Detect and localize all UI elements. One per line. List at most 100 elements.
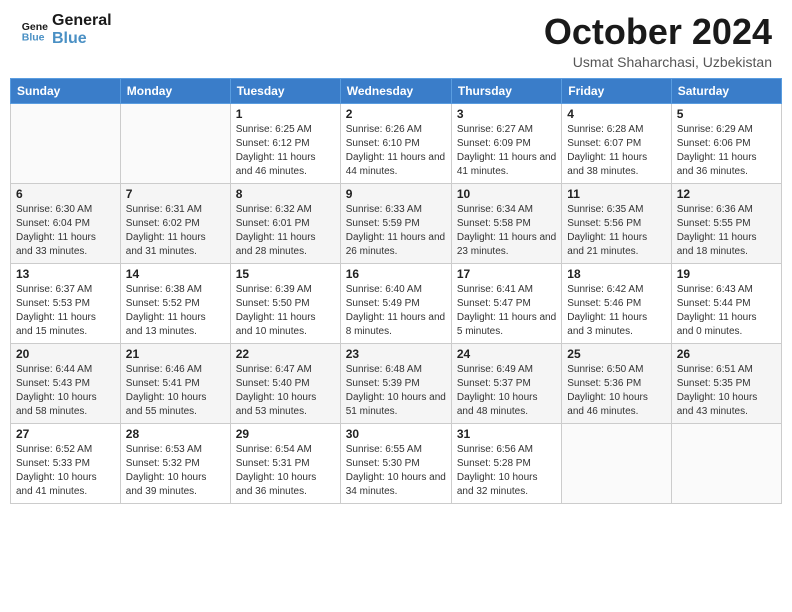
day-number: 11 [567, 187, 665, 201]
col-thursday: Thursday [451, 78, 561, 103]
day-info: Sunrise: 6:33 AMSunset: 5:59 PMDaylight:… [346, 204, 445, 257]
calendar-wrapper: Sunday Monday Tuesday Wednesday Thursday… [0, 78, 792, 514]
day-number: 12 [677, 187, 776, 201]
day-cell: 28 Sunrise: 6:53 AMSunset: 5:32 PMDaylig… [120, 423, 230, 503]
day-cell: 18 Sunrise: 6:42 AMSunset: 5:46 PMDaylig… [562, 263, 671, 343]
day-info: Sunrise: 6:31 AMSunset: 6:02 PMDaylight:… [126, 204, 206, 257]
day-number: 3 [457, 107, 556, 121]
day-cell: 15 Sunrise: 6:39 AMSunset: 5:50 PMDaylig… [230, 263, 340, 343]
title-section: October 2024 Usmat Shaharchasi, Uzbekist… [544, 12, 772, 70]
day-cell: 6 Sunrise: 6:30 AMSunset: 6:04 PMDayligh… [11, 183, 121, 263]
day-info: Sunrise: 6:48 AMSunset: 5:39 PMDaylight:… [346, 364, 446, 417]
day-number: 30 [346, 427, 446, 441]
day-number: 2 [346, 107, 446, 121]
day-info: Sunrise: 6:53 AMSunset: 5:32 PMDaylight:… [126, 444, 207, 497]
day-number: 7 [126, 187, 225, 201]
day-cell: 24 Sunrise: 6:49 AMSunset: 5:37 PMDaylig… [451, 343, 561, 423]
col-sunday: Sunday [11, 78, 121, 103]
day-number: 1 [236, 107, 335, 121]
day-number: 6 [16, 187, 115, 201]
day-info: Sunrise: 6:43 AMSunset: 5:44 PMDaylight:… [677, 284, 757, 337]
day-info: Sunrise: 6:38 AMSunset: 5:52 PMDaylight:… [126, 284, 206, 337]
day-cell: 30 Sunrise: 6:55 AMSunset: 5:30 PMDaylig… [340, 423, 451, 503]
day-info: Sunrise: 6:41 AMSunset: 5:47 PMDaylight:… [457, 284, 556, 337]
day-number: 16 [346, 267, 446, 281]
logo-blue: Blue [52, 30, 112, 48]
day-info: Sunrise: 6:28 AMSunset: 6:07 PMDaylight:… [567, 124, 647, 177]
day-cell: 19 Sunrise: 6:43 AMSunset: 5:44 PMDaylig… [671, 263, 781, 343]
day-number: 14 [126, 267, 225, 281]
day-info: Sunrise: 6:36 AMSunset: 5:55 PMDaylight:… [677, 204, 757, 257]
svg-text:Blue: Blue [22, 31, 45, 43]
day-cell: 25 Sunrise: 6:50 AMSunset: 5:36 PMDaylig… [562, 343, 671, 423]
day-cell: 31 Sunrise: 6:56 AMSunset: 5:28 PMDaylig… [451, 423, 561, 503]
week-row-2: 6 Sunrise: 6:30 AMSunset: 6:04 PMDayligh… [11, 183, 782, 263]
header-row: Sunday Monday Tuesday Wednesday Thursday… [11, 78, 782, 103]
day-info: Sunrise: 6:30 AMSunset: 6:04 PMDaylight:… [16, 204, 96, 257]
day-number: 29 [236, 427, 335, 441]
week-row-5: 27 Sunrise: 6:52 AMSunset: 5:33 PMDaylig… [11, 423, 782, 503]
day-cell [671, 423, 781, 503]
day-info: Sunrise: 6:55 AMSunset: 5:30 PMDaylight:… [346, 444, 446, 497]
day-cell: 29 Sunrise: 6:54 AMSunset: 5:31 PMDaylig… [230, 423, 340, 503]
day-cell: 16 Sunrise: 6:40 AMSunset: 5:49 PMDaylig… [340, 263, 451, 343]
day-number: 27 [16, 427, 115, 441]
day-info: Sunrise: 6:32 AMSunset: 6:01 PMDaylight:… [236, 204, 316, 257]
day-cell: 11 Sunrise: 6:35 AMSunset: 5:56 PMDaylig… [562, 183, 671, 263]
day-number: 22 [236, 347, 335, 361]
day-cell: 13 Sunrise: 6:37 AMSunset: 5:53 PMDaylig… [11, 263, 121, 343]
week-row-1: 1 Sunrise: 6:25 AMSunset: 6:12 PMDayligh… [11, 103, 782, 183]
day-info: Sunrise: 6:50 AMSunset: 5:36 PMDaylight:… [567, 364, 648, 417]
day-cell: 7 Sunrise: 6:31 AMSunset: 6:02 PMDayligh… [120, 183, 230, 263]
day-cell: 8 Sunrise: 6:32 AMSunset: 6:01 PMDayligh… [230, 183, 340, 263]
day-number: 5 [677, 107, 776, 121]
day-cell: 21 Sunrise: 6:46 AMSunset: 5:41 PMDaylig… [120, 343, 230, 423]
day-info: Sunrise: 6:44 AMSunset: 5:43 PMDaylight:… [16, 364, 97, 417]
day-cell: 10 Sunrise: 6:34 AMSunset: 5:58 PMDaylig… [451, 183, 561, 263]
day-info: Sunrise: 6:40 AMSunset: 5:49 PMDaylight:… [346, 284, 445, 337]
day-info: Sunrise: 6:47 AMSunset: 5:40 PMDaylight:… [236, 364, 317, 417]
day-cell: 2 Sunrise: 6:26 AMSunset: 6:10 PMDayligh… [340, 103, 451, 183]
col-saturday: Saturday [671, 78, 781, 103]
page: General Blue General Blue October 2024 U… [0, 0, 792, 612]
header: General Blue General Blue October 2024 U… [0, 0, 792, 78]
day-number: 18 [567, 267, 665, 281]
day-number: 31 [457, 427, 556, 441]
day-info: Sunrise: 6:27 AMSunset: 6:09 PMDaylight:… [457, 124, 556, 177]
day-number: 28 [126, 427, 225, 441]
day-number: 13 [16, 267, 115, 281]
day-info: Sunrise: 6:37 AMSunset: 5:53 PMDaylight:… [16, 284, 96, 337]
day-info: Sunrise: 6:51 AMSunset: 5:35 PMDaylight:… [677, 364, 758, 417]
logo-icon: General Blue [20, 16, 48, 44]
day-cell: 3 Sunrise: 6:27 AMSunset: 6:09 PMDayligh… [451, 103, 561, 183]
col-monday: Monday [120, 78, 230, 103]
day-number: 17 [457, 267, 556, 281]
day-info: Sunrise: 6:26 AMSunset: 6:10 PMDaylight:… [346, 124, 445, 177]
day-info: Sunrise: 6:35 AMSunset: 5:56 PMDaylight:… [567, 204, 647, 257]
day-cell [120, 103, 230, 183]
logo-general: General [52, 12, 112, 30]
day-number: 10 [457, 187, 556, 201]
day-number: 24 [457, 347, 556, 361]
day-number: 23 [346, 347, 446, 361]
day-number: 25 [567, 347, 665, 361]
day-number: 15 [236, 267, 335, 281]
logo: General Blue General Blue [20, 12, 112, 47]
col-tuesday: Tuesday [230, 78, 340, 103]
col-wednesday: Wednesday [340, 78, 451, 103]
day-number: 26 [677, 347, 776, 361]
day-info: Sunrise: 6:54 AMSunset: 5:31 PMDaylight:… [236, 444, 317, 497]
day-number: 19 [677, 267, 776, 281]
day-info: Sunrise: 6:39 AMSunset: 5:50 PMDaylight:… [236, 284, 316, 337]
week-row-4: 20 Sunrise: 6:44 AMSunset: 5:43 PMDaylig… [11, 343, 782, 423]
day-cell: 14 Sunrise: 6:38 AMSunset: 5:52 PMDaylig… [120, 263, 230, 343]
day-number: 21 [126, 347, 225, 361]
day-info: Sunrise: 6:52 AMSunset: 5:33 PMDaylight:… [16, 444, 97, 497]
day-cell: 4 Sunrise: 6:28 AMSunset: 6:07 PMDayligh… [562, 103, 671, 183]
day-cell: 12 Sunrise: 6:36 AMSunset: 5:55 PMDaylig… [671, 183, 781, 263]
day-cell [562, 423, 671, 503]
day-cell: 27 Sunrise: 6:52 AMSunset: 5:33 PMDaylig… [11, 423, 121, 503]
day-number: 8 [236, 187, 335, 201]
day-number: 4 [567, 107, 665, 121]
day-info: Sunrise: 6:49 AMSunset: 5:37 PMDaylight:… [457, 364, 538, 417]
